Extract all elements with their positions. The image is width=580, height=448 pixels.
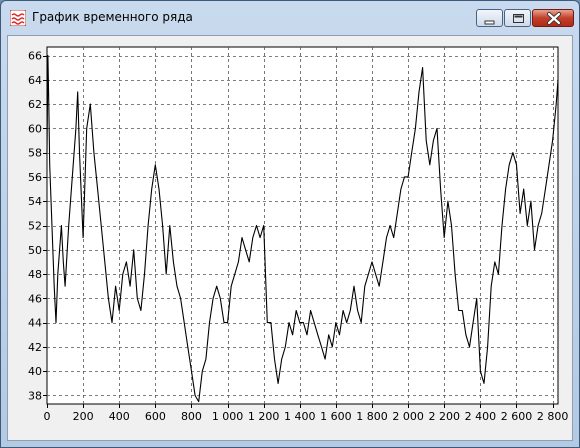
close-button[interactable]: [532, 9, 574, 27]
close-icon: [547, 12, 561, 25]
window-title: График временного ряда: [32, 10, 193, 24]
x-tick-label: 800: [181, 410, 202, 423]
x-tick-label: 1 600: [320, 410, 352, 423]
x-tick-label: 400: [109, 410, 130, 423]
main-window: График временного ряда 0 200 400 600 800 1 00…: [0, 0, 580, 448]
y-tick-label: 58: [28, 147, 42, 160]
x-tick-label: 2 400: [465, 410, 497, 423]
x-tick-label: 2 800: [537, 410, 569, 423]
x-tick-label: 2 600: [501, 410, 533, 423]
x-tick-label: 200: [73, 410, 94, 423]
x-tick-label: 2 200: [428, 410, 460, 423]
title-bar[interactable]: График временного ряда: [1, 1, 579, 35]
y-tick-label: 62: [28, 98, 42, 111]
minimize-icon: [484, 20, 495, 25]
y-tick-label: 44: [28, 317, 42, 330]
maximize-button[interactable]: [504, 9, 531, 27]
plot-area: [46, 46, 559, 405]
y-tick-label: 54: [28, 195, 42, 208]
x-tick-label: 2 000: [392, 410, 424, 423]
x-tick-label: 0: [44, 410, 51, 423]
minimize-button[interactable]: [476, 9, 503, 27]
y-tick-label: 60: [28, 122, 42, 135]
y-tick-label: 38: [28, 390, 42, 403]
x-tick-label: 1 400: [284, 410, 316, 423]
y-tick-label: 46: [28, 292, 42, 305]
y-tick-label: 42: [28, 341, 42, 354]
y-tick-label: 50: [28, 244, 42, 257]
x-tick-label: 1 800: [356, 410, 388, 423]
time-series-chart: 0 200 400 600 800 1 000 1 200 1 400 1 600 1 800 2 …: [28, 46, 569, 423]
y-tick-label: 66: [28, 50, 42, 63]
wave-chart-icon: [10, 10, 26, 26]
y-tick-label: 40: [28, 365, 42, 378]
y-tick-label: 56: [28, 171, 42, 184]
y-tick-label: 64: [28, 74, 42, 87]
chart-area: 0 200 400 600 800 1 000 1 200 1 400 1 600 1 800 2 …: [7, 35, 573, 441]
y-tick-label: 48: [28, 268, 42, 281]
maximize-icon: [513, 14, 524, 23]
y-tick-label: 52: [28, 220, 42, 233]
x-tick-label: 600: [145, 410, 166, 423]
x-tick-label: 1 200: [248, 410, 280, 423]
x-tick-label: 1 000: [212, 410, 244, 423]
